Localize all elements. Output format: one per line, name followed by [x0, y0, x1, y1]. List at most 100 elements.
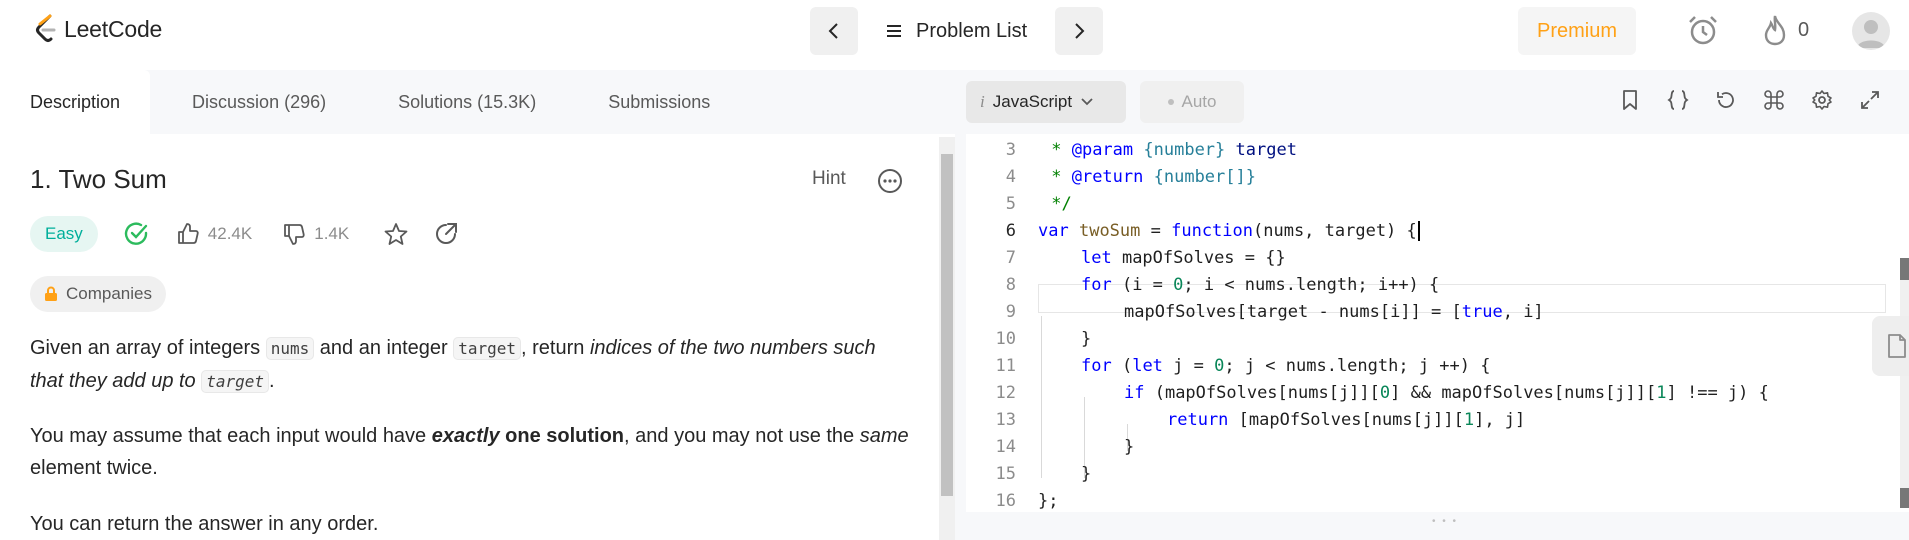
line-number: 10	[995, 329, 1016, 349]
share-icon[interactable]	[433, 221, 459, 247]
chevron-left-icon	[828, 23, 838, 39]
leetcode-logo[interactable]: LeetCode	[34, 14, 162, 44]
code-line: var twoSum = function(nums, target) {	[1038, 218, 1420, 245]
keyword-token: for	[1081, 275, 1112, 295]
code-line: for (i = 0; i < nums.length; i++) {	[1081, 272, 1439, 299]
reset-icon[interactable]	[1714, 88, 1738, 112]
chevron-right-icon	[1075, 23, 1085, 39]
info-icon: i	[980, 92, 985, 111]
number-token: 0	[1379, 383, 1391, 403]
tab-discussion[interactable]: Discussion (296)	[162, 70, 356, 134]
code-line: mapOfSolves[target - nums[i]] = [true, i…	[1124, 299, 1544, 326]
text: element twice.	[30, 457, 158, 479]
problem-title: 1. Two Sum	[30, 164, 167, 194]
code-line: }	[1081, 464, 1092, 484]
code-line: for (let j = 0; j < nums.length; j ++) {	[1081, 353, 1490, 380]
avatar[interactable]	[1852, 12, 1890, 50]
number-token: 0	[1173, 275, 1184, 295]
text: .	[269, 370, 275, 392]
comment-token: *	[1041, 140, 1072, 160]
keyword-token: for	[1081, 356, 1112, 376]
next-problem-button[interactable]	[1055, 7, 1104, 55]
tab-submissions[interactable]: Submissions	[578, 70, 740, 134]
notes-side-tab[interactable]	[1872, 316, 1909, 376]
settings-gear-icon[interactable]	[1810, 88, 1834, 112]
line-number: 6	[1005, 221, 1016, 241]
auto-mode-button[interactable]: Auto	[1140, 81, 1244, 123]
bookmark-icon[interactable]	[1618, 88, 1642, 112]
code-editor-panel: i JavaScript Auto 3 4 5 6 7 8 9 10 11 12…	[966, 70, 1909, 540]
jsdoc-tag: @param	[1071, 140, 1134, 160]
problem-list-button[interactable]: Problem List	[858, 7, 1055, 55]
command-icon[interactable]	[1762, 88, 1786, 112]
line-number: 5	[1005, 194, 1016, 214]
line-number: 9	[1005, 302, 1016, 322]
language-label: JavaScript	[992, 92, 1073, 111]
document-icon	[1888, 334, 1906, 358]
auto-label: Auto	[1181, 92, 1217, 111]
jsdoc-type: {number}	[1143, 140, 1226, 160]
text: You may assume that each input would hav…	[30, 425, 432, 447]
star-icon[interactable]	[383, 221, 409, 247]
code-token: j =	[1162, 356, 1215, 376]
code-token: (mapOfSolves[nums[j]][	[1144, 383, 1380, 403]
line-number: 7	[1005, 248, 1016, 268]
comment-token: *	[1041, 167, 1072, 187]
editor-scrollbar[interactable]	[1900, 258, 1909, 508]
language-select[interactable]: i JavaScript	[966, 81, 1126, 123]
bold-text: one solution	[499, 425, 625, 447]
companies-tag[interactable]: Companies	[30, 276, 166, 312]
identifier-token: target	[1225, 140, 1297, 160]
line-number: 15	[995, 464, 1016, 484]
dislike-button[interactable]: 1.4K	[282, 222, 349, 246]
code-line: return [mapOfSolves[nums[j]][1], j]	[1167, 407, 1525, 434]
panel-splitter[interactable]	[955, 70, 966, 540]
number-token: 1	[1656, 383, 1667, 403]
code-token: , i]	[1502, 302, 1544, 322]
keyword-token: function	[1171, 221, 1253, 241]
solved-check-icon	[124, 221, 150, 247]
number-token: 0	[1214, 356, 1225, 376]
keyword-token: var	[1038, 221, 1069, 241]
drag-handle-icon[interactable]: • • •	[1432, 516, 1458, 527]
inline-code: nums	[265, 337, 315, 360]
code-token: (i =	[1111, 275, 1174, 295]
keyword-token: if	[1124, 383, 1145, 403]
function-name-token: twoSum	[1078, 221, 1141, 241]
keyword-token: true	[1461, 302, 1503, 322]
difficulty-badge: Easy	[30, 216, 98, 252]
companies-label: Companies	[66, 284, 152, 303]
line-number: 16	[995, 491, 1016, 511]
line-number: 13	[995, 410, 1016, 430]
params-token: (nums, target) {	[1253, 221, 1417, 241]
italic-text: same	[859, 425, 909, 447]
text: and an integer	[314, 337, 454, 359]
code-token: ; i < nums.length; i++) {	[1183, 275, 1440, 295]
line-number: 14	[995, 437, 1016, 457]
text: , return	[521, 337, 590, 359]
prev-problem-button[interactable]	[810, 7, 858, 55]
status-dot	[1167, 99, 1174, 105]
tab-solutions[interactable]: Solutions (15.3K)	[368, 70, 566, 134]
keyword-token: let	[1081, 248, 1112, 268]
tab-description[interactable]: Description	[0, 70, 151, 134]
streak-counter[interactable]: 0	[1762, 14, 1809, 46]
hint-button[interactable]: Hint	[812, 168, 846, 190]
expand-icon[interactable]	[1858, 88, 1882, 112]
premium-button[interactable]: Premium	[1518, 7, 1636, 55]
streak-count: 0	[1798, 18, 1810, 41]
thumbs-down-icon	[284, 224, 305, 245]
problem-meta: Easy 42.4K 1.4K	[30, 216, 459, 252]
more-options-icon[interactable]	[877, 168, 903, 199]
number-token: 1	[1463, 410, 1475, 430]
format-braces-icon[interactable]	[1666, 88, 1690, 112]
chevron-down-icon	[1081, 98, 1093, 106]
like-button[interactable]: 42.4K	[176, 222, 252, 246]
editor-scroll-marker	[1900, 258, 1909, 280]
code-token: (	[1111, 356, 1133, 376]
code-line: let mapOfSolves = {}	[1081, 245, 1286, 272]
alarm-clock-icon[interactable]	[1686, 14, 1720, 53]
inline-code: target	[201, 370, 270, 393]
description-scroll-thumb[interactable]	[941, 154, 953, 496]
code-area[interactable]: 3 4 5 6 7 8 9 10 11 12 13 14 15 16 * @pa…	[966, 134, 1909, 512]
